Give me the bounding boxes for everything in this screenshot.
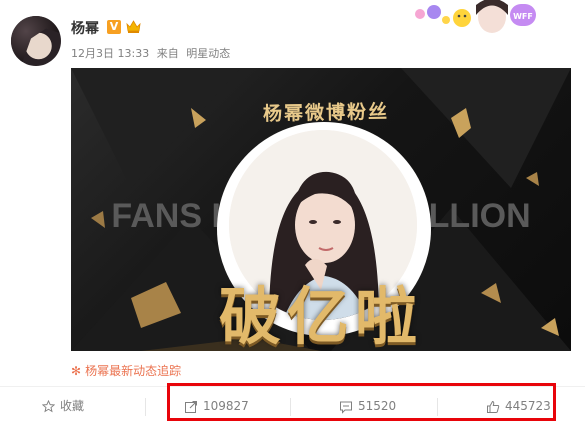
username-link[interactable]: 杨幂: [71, 18, 99, 38]
post-avatar[interactable]: [11, 16, 61, 66]
verified-badge-icon: V: [107, 20, 121, 34]
post-image[interactable]: FANS HUNDRED MILLION 杨幂微博粉丝 破亿啦: [71, 68, 571, 351]
svg-text:WFF: WFF: [513, 12, 533, 21]
source-name[interactable]: 明星动态: [186, 47, 230, 60]
post-timestamp[interactable]: 12月3日 13:33: [71, 47, 149, 60]
flower-icon: ✻: [71, 364, 82, 378]
crown-icon: [126, 20, 141, 33]
topic-link[interactable]: ✻ 杨幂最新动态追踪: [71, 362, 181, 379]
milestone-title: 破亿啦: [218, 280, 423, 351]
favorite-label: 收藏: [60, 399, 85, 413]
arc-title: 杨幂微博粉丝: [262, 100, 390, 126]
source-prefix: 来自: [156, 47, 179, 60]
topic-link-label: 杨幂最新动态追踪: [85, 364, 182, 378]
star-icon: [41, 399, 56, 413]
annotation-highlight-box: [167, 383, 556, 421]
favorite-button[interactable]: 收藏: [41, 387, 85, 425]
toolbar-separator: [145, 398, 146, 416]
decorative-banner-icon: WFF: [415, 0, 536, 33]
post-meta: 12月3日 13:33 来自 明星动态: [71, 45, 234, 61]
